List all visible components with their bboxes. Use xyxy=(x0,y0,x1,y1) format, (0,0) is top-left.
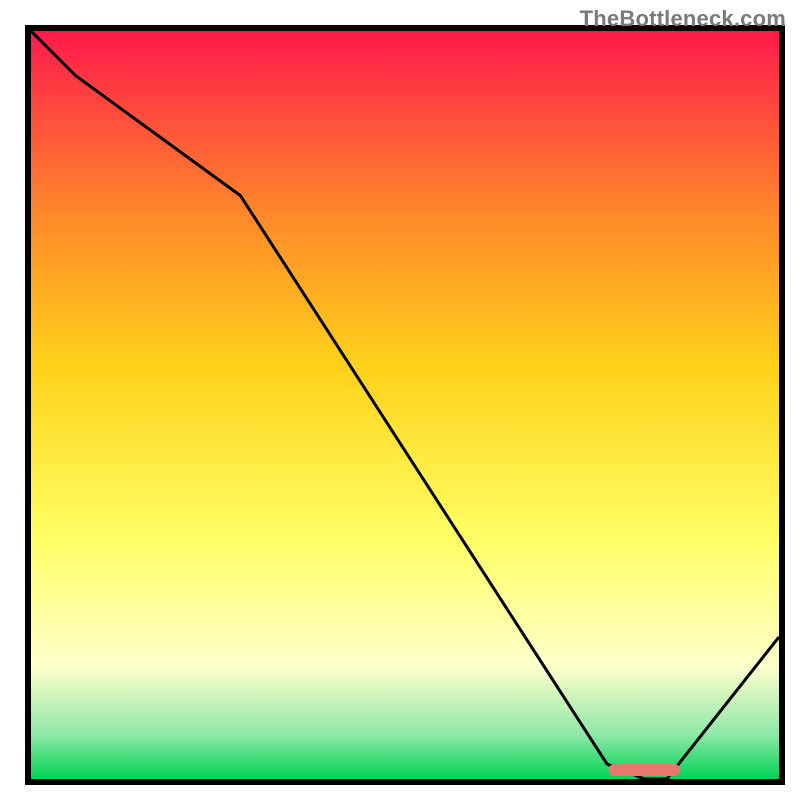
watermark-text: TheBottleneck.com xyxy=(580,6,786,32)
bottleneck-chart xyxy=(0,0,800,800)
gradient-background xyxy=(31,31,779,779)
chart-svg xyxy=(0,0,800,800)
